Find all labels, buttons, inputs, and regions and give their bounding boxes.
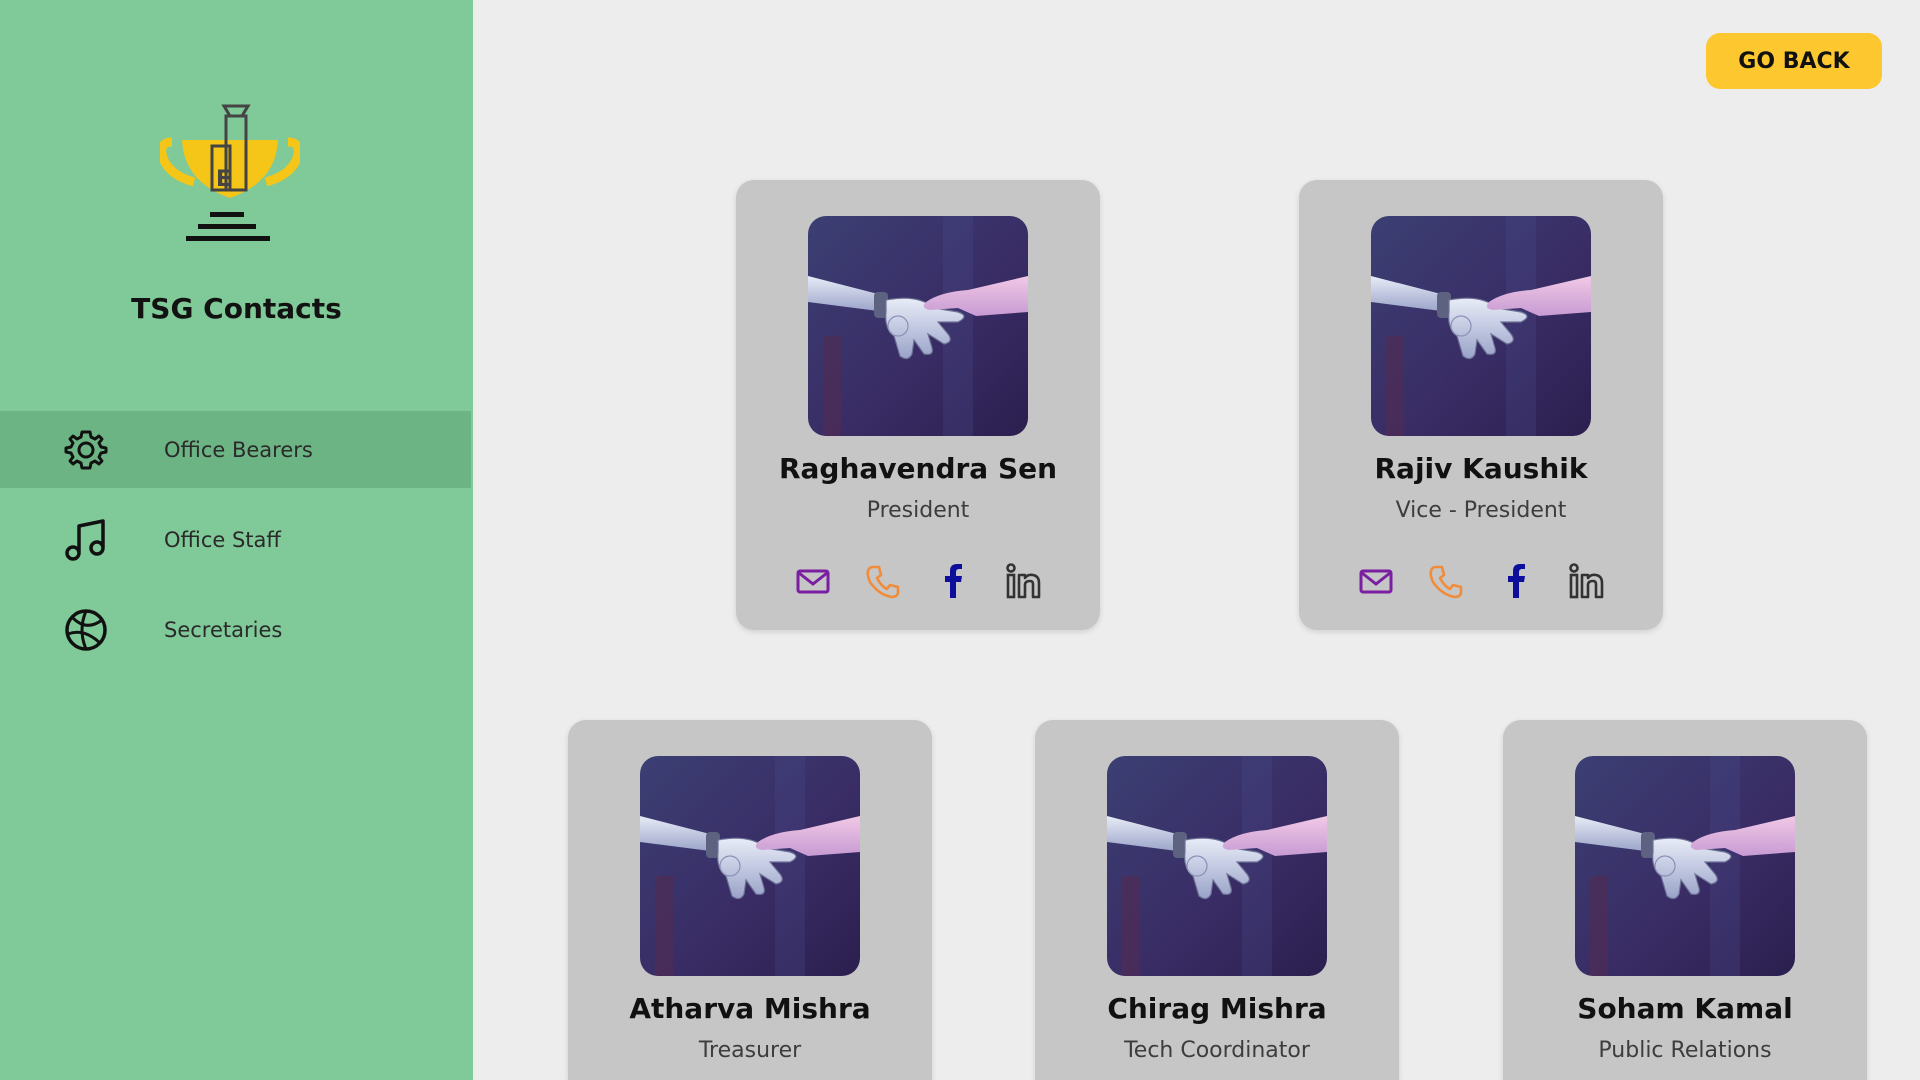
linkedin-icon[interactable] bbox=[1004, 562, 1042, 600]
member-photo bbox=[808, 216, 1028, 436]
social-links bbox=[1299, 562, 1663, 600]
sidebar-item-office-staff[interactable]: Office Staff bbox=[0, 501, 471, 578]
linkedin-icon[interactable] bbox=[1567, 562, 1605, 600]
music-note-icon bbox=[65, 518, 105, 561]
facebook-icon[interactable] bbox=[1497, 562, 1535, 600]
go-back-button[interactable]: GO BACK bbox=[1706, 33, 1882, 89]
phone-icon[interactable] bbox=[864, 562, 902, 600]
contact-card: Raghavendra Sen President bbox=[736, 180, 1100, 630]
svg-text:E: E bbox=[216, 167, 231, 192]
sidebar-item-secretaries[interactable]: Secretaries bbox=[0, 591, 471, 668]
member-photo bbox=[1371, 216, 1591, 436]
member-role: Vice - President bbox=[1395, 498, 1567, 523]
member-role: Tech Coordinator bbox=[1124, 1038, 1310, 1063]
sidebar-item-label: Office Staff bbox=[164, 527, 281, 552]
trophy-logo-icon: E bbox=[160, 104, 300, 241]
member-role: President bbox=[866, 498, 970, 523]
sidebar-item-label: Office Bearers bbox=[164, 437, 313, 462]
member-role: Public Relations bbox=[1598, 1038, 1772, 1063]
member-name: Atharva Mishra bbox=[629, 992, 871, 1025]
mail-icon[interactable] bbox=[794, 562, 832, 600]
sidebar: E TSG Contacts Office Bearers Office Sta… bbox=[0, 0, 473, 1080]
member-name: Chirag Mishra bbox=[1107, 992, 1327, 1025]
member-name: Raghavendra Sen bbox=[778, 452, 1058, 485]
facebook-icon[interactable] bbox=[934, 562, 972, 600]
gear-icon bbox=[64, 430, 108, 469]
contact-card: Soham Kamal Public Relations bbox=[1503, 720, 1867, 1080]
member-name: Rajiv Kaushik bbox=[1374, 452, 1588, 485]
sidebar-title: TSG Contacts bbox=[131, 292, 342, 325]
member-name: Soham Kamal bbox=[1577, 992, 1793, 1025]
phone-icon[interactable] bbox=[1427, 562, 1465, 600]
contact-card: Rajiv Kaushik Vice - President bbox=[1299, 180, 1663, 630]
sidebar-item-label: Secretaries bbox=[164, 617, 283, 642]
basketball-icon bbox=[65, 608, 107, 651]
sidebar-item-office-bearers[interactable]: Office Bearers bbox=[0, 411, 471, 488]
member-role: Treasurer bbox=[698, 1038, 802, 1063]
member-photo bbox=[640, 756, 860, 976]
member-photo bbox=[1575, 756, 1795, 976]
contact-card: Atharva Mishra Treasurer bbox=[568, 720, 932, 1080]
contact-card: Chirag Mishra Tech Coordinator bbox=[1035, 720, 1399, 1080]
social-links bbox=[736, 562, 1100, 600]
member-photo bbox=[1107, 756, 1327, 976]
mail-icon[interactable] bbox=[1357, 562, 1395, 600]
